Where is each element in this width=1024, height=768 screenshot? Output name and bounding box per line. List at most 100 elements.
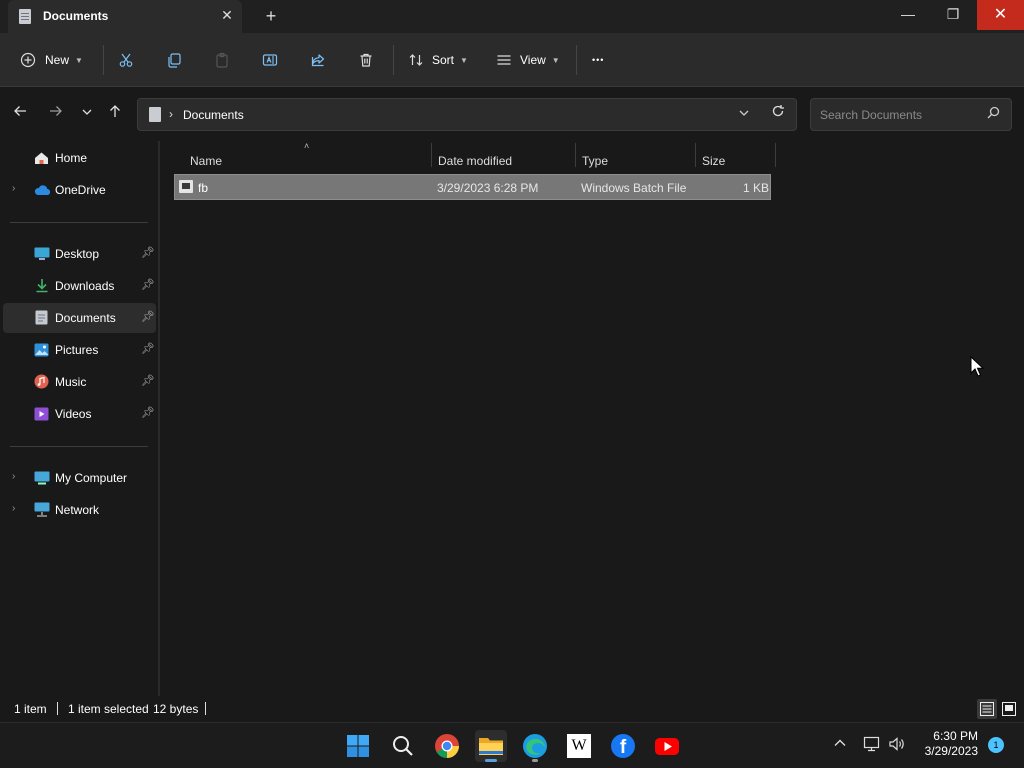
rename-icon [262, 54, 278, 66]
file-row[interactable]: fb 3/29/2023 6:28 PM Windows Batch File … [174, 174, 771, 200]
column-header-date[interactable]: Date modified [438, 154, 512, 168]
taskbar-file-explorer[interactable] [475, 730, 507, 762]
wikipedia-icon: W [567, 734, 591, 758]
column-divider[interactable] [695, 143, 696, 167]
pin-icon[interactable]: 📌︎ [141, 374, 155, 387]
address-bar[interactable]: › Documents [137, 98, 797, 131]
up-button[interactable] [104, 104, 126, 124]
view-label: View [520, 53, 546, 67]
column-divider[interactable] [575, 143, 576, 167]
cut-button[interactable] [118, 47, 134, 73]
cloud-icon [34, 185, 50, 196]
sort-ascending-icon: ˄ [304, 141, 310, 151]
search-box[interactable]: Search Documents [810, 98, 1012, 131]
chevron-down-icon [739, 110, 749, 116]
column-divider[interactable] [775, 143, 776, 167]
facebook-icon: f [611, 734, 635, 758]
taskbar-chrome[interactable] [431, 730, 463, 762]
refresh-button[interactable] [771, 104, 785, 122]
maximize-button[interactable]: ❐ [930, 0, 976, 30]
arrow-left-icon [14, 106, 26, 116]
sidebar-item-downloads[interactable]: Downloads 📌︎ [3, 271, 156, 301]
notification-badge[interactable]: 1 [988, 737, 1004, 753]
details-view-icon [980, 702, 994, 716]
sidebar-item-network[interactable]: › Network [3, 495, 156, 525]
tab-documents[interactable]: Documents ✕ [8, 0, 242, 33]
details-view-button[interactable] [977, 699, 997, 719]
pictures-icon [34, 343, 49, 357]
home-icon [35, 152, 48, 164]
clock[interactable]: 6:30 PM 3/29/2023 [918, 729, 978, 759]
status-divider [57, 702, 58, 715]
taskbar: W f 6:30 PM 3/29/2023 1 [0, 722, 1024, 768]
pin-icon[interactable]: 📌︎ [141, 310, 155, 323]
view-button[interactable]: View ▼ [496, 47, 560, 73]
pin-icon[interactable]: 📌︎ [141, 342, 155, 355]
search-icon [987, 106, 1000, 122]
tab-title: Documents [43, 9, 109, 23]
arrow-right-icon [50, 106, 62, 116]
recent-locations-button[interactable] [76, 104, 98, 124]
sidebar-item-music[interactable]: Music 📌︎ [3, 367, 156, 397]
taskbar-wikipedia[interactable]: W [563, 730, 595, 762]
windows-start-icon [347, 735, 369, 757]
forward-button[interactable] [45, 104, 67, 124]
taskbar-search-button[interactable] [387, 730, 419, 762]
share-button[interactable] [310, 47, 326, 73]
chevron-right-icon[interactable]: › [12, 471, 15, 482]
taskbar-youtube[interactable] [651, 730, 683, 762]
sidebar-item-label: Network [55, 503, 100, 517]
rename-button[interactable] [262, 47, 278, 73]
taskbar-edge[interactable] [519, 730, 551, 762]
pin-icon[interactable]: 📌︎ [141, 278, 155, 291]
sidebar-item-desktop[interactable]: Desktop 📌︎ [3, 239, 156, 269]
selection-count: 1 item selected [68, 702, 149, 716]
clock-time: 6:30 PM [933, 729, 978, 743]
volume-button[interactable] [888, 736, 906, 756]
taskbar-facebook[interactable]: f [607, 730, 639, 762]
chevron-right-icon[interactable]: › [12, 183, 15, 194]
search-input[interactable]: Search Documents [820, 108, 922, 122]
sidebar-item-label: OneDrive [55, 183, 106, 197]
chevron-right-icon[interactable]: › [12, 503, 15, 514]
paste-button[interactable] [214, 47, 230, 73]
tab-close-button[interactable]: ✕ [218, 6, 236, 24]
youtube-icon [655, 738, 679, 755]
sidebar-item-my-computer[interactable]: › My Computer [3, 463, 156, 493]
copy-button[interactable] [166, 47, 182, 73]
edge-icon [523, 734, 547, 758]
minimize-button[interactable]: — [885, 0, 931, 30]
column-header-name[interactable]: Name [190, 154, 222, 168]
new-tab-button[interactable]: + [260, 6, 282, 28]
desktop-icon [34, 247, 50, 260]
sort-button[interactable]: Sort ▼ [408, 47, 468, 73]
sidebar-item-videos[interactable]: Videos 📌︎ [3, 399, 156, 429]
sidebar-item-documents[interactable]: Documents 📌︎ [3, 303, 156, 333]
divider [103, 45, 104, 75]
network-status-button[interactable] [863, 736, 881, 756]
breadcrumb-documents[interactable]: Documents [183, 108, 244, 122]
start-button[interactable] [342, 730, 374, 762]
sidebar-item-home[interactable]: Home [3, 143, 156, 173]
back-button[interactable] [9, 104, 31, 124]
sidebar-item-pictures[interactable]: Pictures 📌︎ [3, 335, 156, 365]
divider [576, 45, 577, 75]
chevron-down-icon: ▼ [551, 55, 560, 65]
column-divider[interactable] [431, 143, 432, 167]
sidebar-item-onedrive[interactable]: › OneDrive [3, 175, 156, 205]
chevron-up-icon [834, 739, 846, 746]
new-button[interactable]: New ▼ [20, 47, 83, 73]
delete-button[interactable] [358, 47, 374, 73]
tiles-view-button[interactable] [999, 699, 1019, 719]
address-history-button[interactable] [738, 107, 750, 122]
show-hidden-icons-button[interactable] [833, 736, 847, 754]
pin-icon[interactable]: 📌︎ [141, 406, 155, 419]
more-options-button[interactable]: ••• [592, 47, 604, 73]
status-divider [205, 702, 206, 715]
column-header-type[interactable]: Type [582, 154, 608, 168]
close-window-button[interactable]: ✕ [977, 0, 1024, 30]
column-header-size[interactable]: Size [702, 154, 725, 168]
documents-icon [19, 9, 31, 24]
refresh-icon [772, 105, 784, 117]
pin-icon[interactable]: 📌︎ [141, 246, 155, 259]
